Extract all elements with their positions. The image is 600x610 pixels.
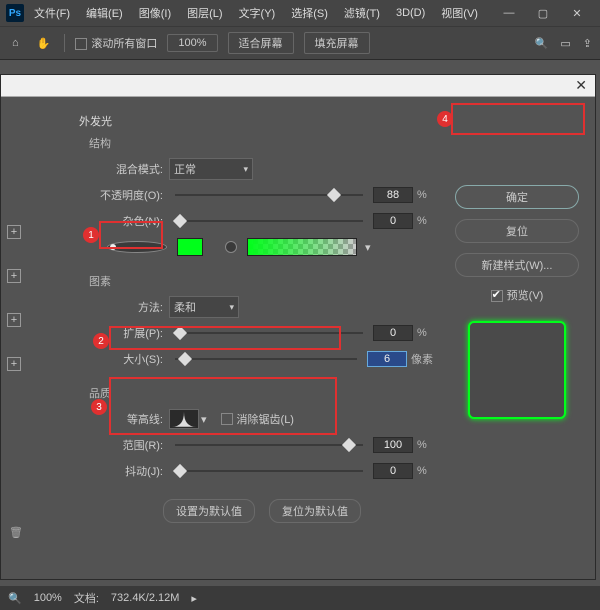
home-icon[interactable]: ⌂ bbox=[8, 35, 23, 51]
maximize-icon[interactable]: ▢ bbox=[526, 0, 560, 26]
close-icon[interactable]: ✕ bbox=[560, 0, 594, 26]
status-zoom: 100% bbox=[34, 592, 62, 604]
preview-checkbox[interactable]: 预览(V) bbox=[491, 287, 544, 303]
quality-heading: 品质 bbox=[89, 385, 445, 401]
status-bar: 🔍 100% 文档: 732.4K/2.12M ▸ bbox=[0, 586, 600, 610]
opacity-label: 不透明度(O): bbox=[79, 187, 169, 203]
antialias-label: 消除锯齿(L) bbox=[237, 411, 294, 427]
add-style-icon[interactable]: + bbox=[7, 313, 21, 327]
menu-image[interactable]: 图像(I) bbox=[133, 2, 177, 24]
glow-gradient[interactable] bbox=[247, 238, 357, 256]
menu-view[interactable]: 视图(V) bbox=[435, 2, 484, 24]
fit-screen-button[interactable]: 适合屏幕 bbox=[228, 32, 294, 54]
status-doc-label: 文档: bbox=[74, 590, 99, 606]
style-list-strip: + + + + bbox=[7, 225, 27, 371]
outer-glow-panel: 外发光 结构 混合模式: 正常▾ 不透明度(O): 88 % 杂色(N): 0 … bbox=[79, 113, 445, 523]
ok-button[interactable]: 确定 bbox=[455, 185, 579, 209]
ps-logo: Ps bbox=[6, 4, 24, 22]
chevron-down-icon: ▾ bbox=[229, 302, 234, 313]
jitter-value[interactable]: 0 bbox=[373, 463, 413, 479]
antialias-checkbox[interactable] bbox=[221, 413, 233, 425]
search-icon[interactable]: 🔍 bbox=[535, 37, 549, 50]
size-value[interactable]: 6 bbox=[367, 351, 407, 367]
opacity-slider[interactable] bbox=[175, 188, 363, 202]
gradient-radio[interactable] bbox=[225, 241, 237, 253]
glow-color-swatch[interactable] bbox=[177, 238, 203, 256]
status-doc-size: 732.4K/2.12M bbox=[111, 592, 180, 604]
menu-layer[interactable]: 图层(L) bbox=[181, 2, 228, 24]
range-label: 范围(R): bbox=[79, 437, 169, 453]
range-slider[interactable] bbox=[175, 438, 363, 452]
highlight-box-4 bbox=[451, 103, 585, 135]
chevron-down-icon: ▾ bbox=[243, 164, 248, 175]
dialog-right-pane: 确定 复位 新建样式(W)... 预览(V) bbox=[453, 185, 581, 419]
range-value[interactable]: 100 bbox=[373, 437, 413, 453]
callout-4: 4 bbox=[437, 111, 453, 127]
menu-bar: Ps 文件(F) 编辑(E) 图像(I) 图层(L) 文字(Y) 选择(S) 滤… bbox=[0, 0, 600, 26]
window-controls: — ▢ ✕ bbox=[492, 0, 594, 26]
status-more-icon[interactable]: ▸ bbox=[191, 592, 197, 605]
callout-1: 1 bbox=[83, 227, 99, 243]
hand-tool-icon[interactable]: ✋ bbox=[33, 35, 55, 52]
menu-type[interactable]: 文字(Y) bbox=[233, 2, 282, 24]
elements-heading: 图素 bbox=[89, 273, 445, 289]
callout-3: 3 bbox=[91, 399, 107, 415]
dialog-close-icon[interactable]: ✕ bbox=[575, 77, 587, 94]
noise-value[interactable]: 0 bbox=[373, 213, 413, 229]
dialog-titlebar: ✕ bbox=[1, 75, 595, 97]
fill-screen-button[interactable]: 填充屏幕 bbox=[304, 32, 370, 54]
menu-edit[interactable]: 编辑(E) bbox=[80, 2, 129, 24]
method-label: 方法: bbox=[79, 299, 169, 315]
method-select[interactable]: 柔和▾ bbox=[169, 296, 239, 318]
menu-file[interactable]: 文件(F) bbox=[28, 2, 76, 24]
blend-mode-select[interactable]: 正常▾ bbox=[169, 158, 253, 180]
size-slider[interactable] bbox=[175, 352, 357, 366]
callout-2: 2 bbox=[93, 333, 109, 349]
panel-title: 外发光 bbox=[79, 113, 445, 129]
color-radio[interactable] bbox=[107, 241, 167, 253]
spread-value[interactable]: 0 bbox=[373, 325, 413, 341]
noise-slider[interactable] bbox=[175, 214, 363, 228]
contour-label: 等高线: bbox=[79, 411, 169, 427]
opacity-value[interactable]: 88 bbox=[373, 187, 413, 203]
new-style-button[interactable]: 新建样式(W)... bbox=[455, 253, 579, 277]
chevron-down-icon[interactable]: ▾ bbox=[201, 413, 207, 426]
reset-button[interactable]: 复位 bbox=[455, 219, 579, 243]
trash-icon[interactable]: 🗑 bbox=[9, 526, 23, 539]
jitter-slider[interactable] bbox=[175, 464, 363, 478]
add-style-icon[interactable]: + bbox=[7, 269, 21, 283]
add-style-icon[interactable]: + bbox=[7, 357, 21, 371]
blend-mode-label: 混合模式: bbox=[79, 161, 169, 177]
size-label: 大小(S): bbox=[79, 351, 169, 367]
options-bar: ⌂ ✋ 滚动所有窗口 100% 适合屏幕 填充屏幕 🔍 ▭ ⇪ bbox=[0, 26, 600, 60]
jitter-label: 抖动(J): bbox=[79, 463, 169, 479]
layer-style-dialog: ✕ + + + + 外发光 结构 混合模式: 正常▾ 不透明度(O): 88 %… bbox=[0, 74, 596, 580]
contour-picker[interactable] bbox=[169, 409, 199, 429]
add-style-icon[interactable]: + bbox=[7, 225, 21, 239]
preview-swatch bbox=[468, 321, 566, 419]
scroll-all-checkbox[interactable]: 滚动所有窗口 bbox=[75, 35, 157, 51]
reset-default-button[interactable]: 复位为默认值 bbox=[269, 499, 361, 523]
share-icon[interactable]: ⇪ bbox=[583, 37, 592, 50]
spread-slider[interactable] bbox=[175, 326, 363, 340]
set-default-button[interactable]: 设置为默认值 bbox=[163, 499, 255, 523]
chevron-down-icon[interactable]: ▾ bbox=[365, 241, 371, 254]
menu-filter[interactable]: 滤镜(T) bbox=[338, 2, 386, 24]
menu-select[interactable]: 选择(S) bbox=[285, 2, 334, 24]
zoom-icon[interactable]: 🔍 bbox=[8, 592, 22, 605]
zoom-level[interactable]: 100% bbox=[167, 34, 217, 52]
minimize-icon[interactable]: — bbox=[492, 0, 526, 26]
structure-heading: 结构 bbox=[89, 135, 445, 151]
view-options-icon[interactable]: ▭ bbox=[560, 37, 570, 50]
menu-3d[interactable]: 3D(D) bbox=[390, 4, 431, 22]
